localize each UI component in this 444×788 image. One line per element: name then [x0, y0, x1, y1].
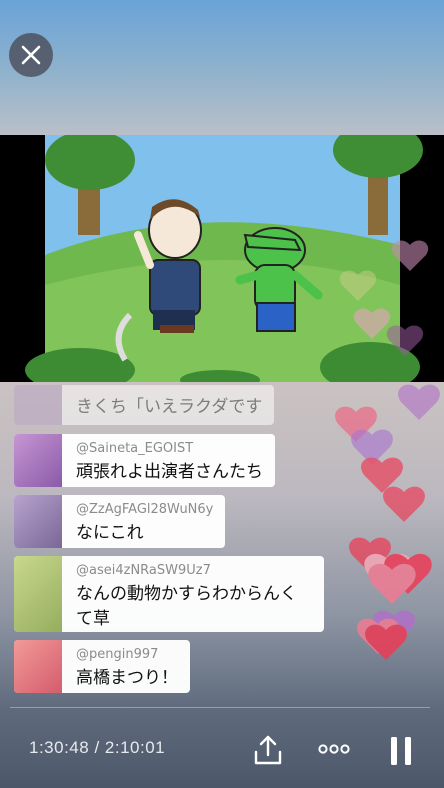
comment-body: @ZzAgFAGl28WuN6y なにこれ: [62, 495, 225, 548]
avatar: [14, 556, 62, 632]
more-icon: [318, 744, 350, 754]
comment-username[interactable]: @Saineta_EGOIST: [76, 440, 263, 457]
comment-item: @pengin997 高橋まつり！: [14, 640, 190, 693]
comment-username[interactable]: @pengin997: [76, 646, 178, 663]
share-button[interactable]: [253, 734, 283, 766]
comment-message: なにこれ: [76, 523, 144, 543]
time-display: 1:30:48 / 2:10:01: [29, 738, 166, 757]
comment-message: 高橋まつり！: [76, 668, 178, 688]
player-controls: 1:30:48 / 2:10:01: [0, 707, 444, 788]
heart-icon: [335, 384, 440, 660]
comment-body: @Saineta_EGOIST 頑張れよ出演者さんたち: [62, 434, 275, 487]
pause-button[interactable]: [389, 736, 413, 766]
comment-body: きくち「いえラクダです: [62, 385, 274, 425]
avatar: [14, 434, 62, 487]
pause-icon: [391, 737, 411, 765]
avatar: [14, 385, 62, 425]
comment-username[interactable]: @asei4zNRaSW9Uz7: [76, 562, 312, 579]
close-button[interactable]: [9, 33, 53, 77]
controls-divider: [10, 707, 430, 708]
comment-item: きくち「いえラクダです: [14, 385, 275, 425]
comment-username[interactable]: @ZzAgFAGl28WuN6y: [76, 501, 213, 518]
close-icon: [21, 45, 41, 65]
comment-item: @ZzAgFAGl28WuN6y なにこれ: [14, 495, 226, 548]
avatar: [14, 640, 62, 693]
more-button[interactable]: [318, 741, 350, 757]
comment-item: @asei4zNRaSW9Uz7 なんの動物かすらわからんくて草: [14, 556, 324, 632]
comment-body: @asei4zNRaSW9Uz7 なんの動物かすらわからんくて草: [62, 556, 324, 632]
comment-message: きくち「いえラクダです: [76, 397, 263, 417]
comment-body: @pengin997 高橋まつり！: [62, 640, 190, 693]
comment-message: 頑張れよ出演者さんたち: [76, 462, 263, 482]
comment-item: @Saineta_EGOIST 頑張れよ出演者さんたち: [14, 434, 275, 487]
share-icon: [254, 735, 282, 765]
comment-message: なんの動物かすらわからんくて草: [76, 584, 297, 629]
heart-reactions: [324, 230, 444, 670]
avatar: [14, 495, 62, 548]
